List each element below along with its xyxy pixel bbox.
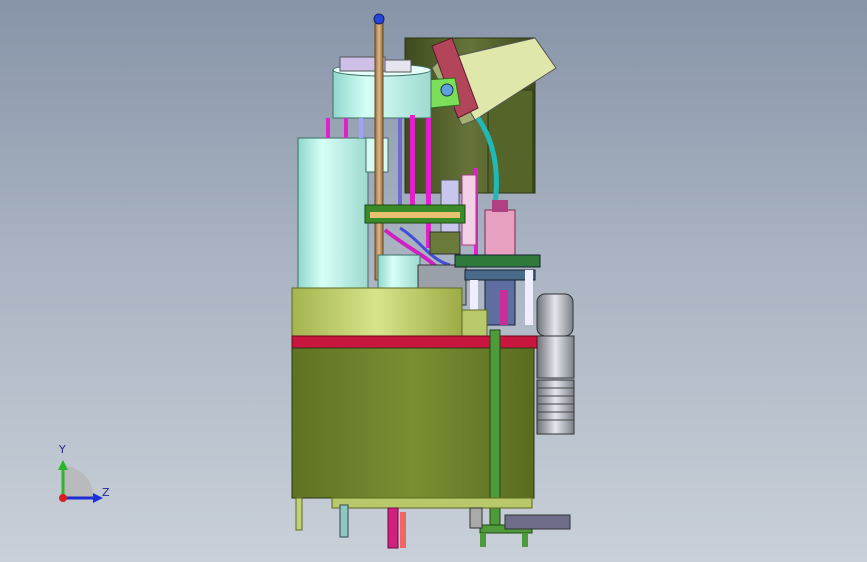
base-plate: [504, 514, 571, 530]
orientation-triad[interactable]: [40, 440, 160, 520]
cad-viewport[interactable]: Y Z: [0, 0, 867, 562]
gear-motor: [536, 293, 574, 337]
turret-base: [291, 287, 463, 337]
drive-shaft: [489, 329, 501, 526]
leg-mid: [339, 504, 349, 538]
triad-origin-icon: [59, 494, 67, 502]
star-wheel: [454, 254, 541, 268]
lift-rod: [374, 21, 384, 281]
y-axis-label: Y: [59, 443, 66, 456]
leg-left: [295, 497, 303, 531]
rod-cap: [373, 13, 385, 25]
main-tank: [297, 137, 369, 289]
z-axis-label: Z: [102, 486, 110, 499]
